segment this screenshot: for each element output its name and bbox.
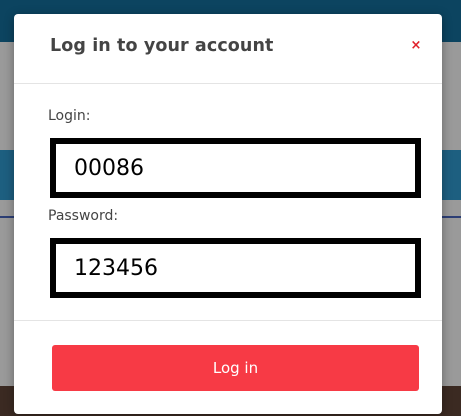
background-nav-strip — [0, 150, 14, 200]
login-button[interactable]: Log in — [52, 345, 419, 391]
login-label: Login: — [48, 108, 91, 124]
background-divider — [0, 216, 14, 218]
modal-header: Log in to your account × — [14, 14, 442, 84]
footer-divider — [14, 320, 442, 321]
close-icon[interactable]: × — [408, 38, 424, 54]
password-label: Password: — [48, 208, 119, 224]
modal-title: Log in to your account — [50, 36, 274, 56]
login-input[interactable] — [50, 138, 421, 198]
login-modal: Log in to your account × Login: Password… — [14, 14, 442, 414]
password-input[interactable] — [50, 238, 421, 298]
